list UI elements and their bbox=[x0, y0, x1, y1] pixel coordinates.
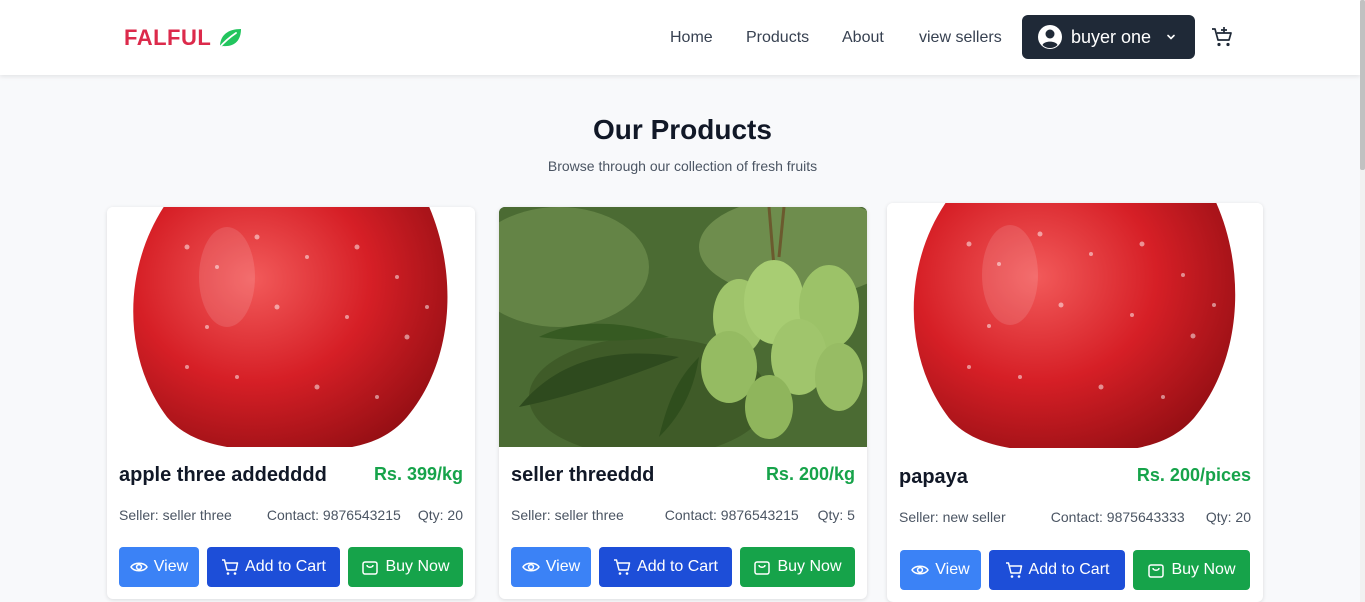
cart-add-icon[interactable] bbox=[1210, 25, 1234, 49]
view-button-label: View bbox=[153, 558, 189, 575]
product-image-green-mangoes[interactable] bbox=[499, 207, 867, 447]
eye-icon bbox=[911, 565, 930, 575]
buy-now-button[interactable]: Buy Now bbox=[348, 547, 463, 587]
add-to-cart-button[interactable]: Add to Cart bbox=[599, 547, 732, 587]
product-name: papaya bbox=[899, 466, 968, 488]
view-button[interactable]: View bbox=[511, 547, 591, 587]
product-contact: Contact: 9876543215 bbox=[266, 507, 401, 523]
view-button-label: View bbox=[935, 561, 970, 578]
user-avatar-icon bbox=[1038, 25, 1062, 49]
add-to-cart-label: Add to Cart bbox=[637, 558, 718, 575]
product-contact: Contact: 9876543215 bbox=[664, 507, 799, 523]
user-menu-button[interactable]: buyer one bbox=[1022, 15, 1195, 59]
product-seller: Seller: new seller bbox=[899, 509, 1006, 525]
page-subtitle: Browse through our collection of fresh f… bbox=[547, 158, 818, 174]
product-image-red-apple[interactable] bbox=[107, 207, 475, 447]
view-button[interactable]: View bbox=[900, 550, 981, 590]
product-name: seller threeddd bbox=[511, 464, 655, 486]
product-qty: Qty: 5 bbox=[817, 507, 855, 523]
navbar: FALFUL Home Products About view sellers … bbox=[0, 0, 1360, 75]
shopping-bag-icon bbox=[1148, 564, 1165, 578]
buy-now-button[interactable]: Buy Now bbox=[1133, 550, 1250, 590]
nav-link-products[interactable]: Products bbox=[746, 29, 809, 47]
shopping-bag-icon bbox=[754, 561, 771, 575]
add-to-cart-button[interactable]: Add to Cart bbox=[989, 550, 1125, 590]
brand-name: FALFUL bbox=[124, 25, 212, 50]
nav-link-home[interactable]: Home bbox=[670, 29, 713, 47]
eye-icon bbox=[129, 562, 148, 572]
buy-now-label: Buy Now bbox=[777, 558, 842, 575]
nav-link-view-sellers[interactable]: view sellers bbox=[919, 29, 1002, 47]
product-seller: Seller: seller three bbox=[511, 507, 624, 523]
product-seller: Seller: seller three bbox=[119, 507, 232, 523]
product-card: apple three addedddd Rs. 399/kg Seller: … bbox=[107, 207, 475, 599]
view-button[interactable]: View bbox=[119, 547, 199, 587]
buy-now-label: Buy Now bbox=[385, 558, 450, 575]
product-card: papaya Rs. 200/pices Seller: new seller … bbox=[887, 203, 1263, 602]
add-to-cart-label: Add to Cart bbox=[245, 558, 326, 575]
shopping-bag-icon bbox=[362, 561, 379, 575]
cart-icon bbox=[1005, 562, 1022, 578]
user-name: buyer one bbox=[1071, 26, 1152, 47]
cart-icon bbox=[222, 559, 239, 575]
product-contact: Contact: 9875643333 bbox=[1050, 509, 1185, 525]
product-price: Rs. 200/pices bbox=[1136, 465, 1251, 485]
product-qty: Qty: 20 bbox=[417, 507, 463, 523]
buy-now-label: Buy Now bbox=[1171, 561, 1236, 578]
leaf-icon bbox=[218, 29, 242, 49]
scrollbar[interactable] bbox=[1360, 0, 1365, 602]
product-price: Rs. 200/kg bbox=[765, 464, 855, 484]
product-meta: Seller: seller three Contact: 9876543215… bbox=[511, 507, 855, 523]
product-meta: Seller: seller three Contact: 9876543215… bbox=[119, 507, 463, 523]
product-name: apple three addedddd bbox=[119, 464, 327, 486]
add-to-cart-label: Add to Cart bbox=[1028, 561, 1110, 578]
product-price: Rs. 399/kg bbox=[373, 464, 463, 484]
brand-logo[interactable]: FALFUL bbox=[124, 25, 243, 51]
chevron-down-icon bbox=[1167, 34, 1175, 40]
view-button-label: View bbox=[545, 558, 581, 575]
product-image-red-apple[interactable] bbox=[887, 203, 1263, 448]
product-qty: Qty: 20 bbox=[1205, 509, 1251, 525]
product-meta: Seller: new seller Contact: 9875643333 Q… bbox=[899, 509, 1251, 525]
add-to-cart-button[interactable]: Add to Cart bbox=[207, 547, 340, 587]
nav-link-about[interactable]: About bbox=[842, 29, 884, 47]
page-title: Our Products bbox=[593, 114, 772, 145]
eye-icon bbox=[521, 562, 540, 572]
product-card: seller threeddd Rs. 200/kg Seller: selle… bbox=[499, 207, 867, 599]
cart-icon bbox=[614, 559, 631, 575]
buy-now-button[interactable]: Buy Now bbox=[740, 547, 855, 587]
